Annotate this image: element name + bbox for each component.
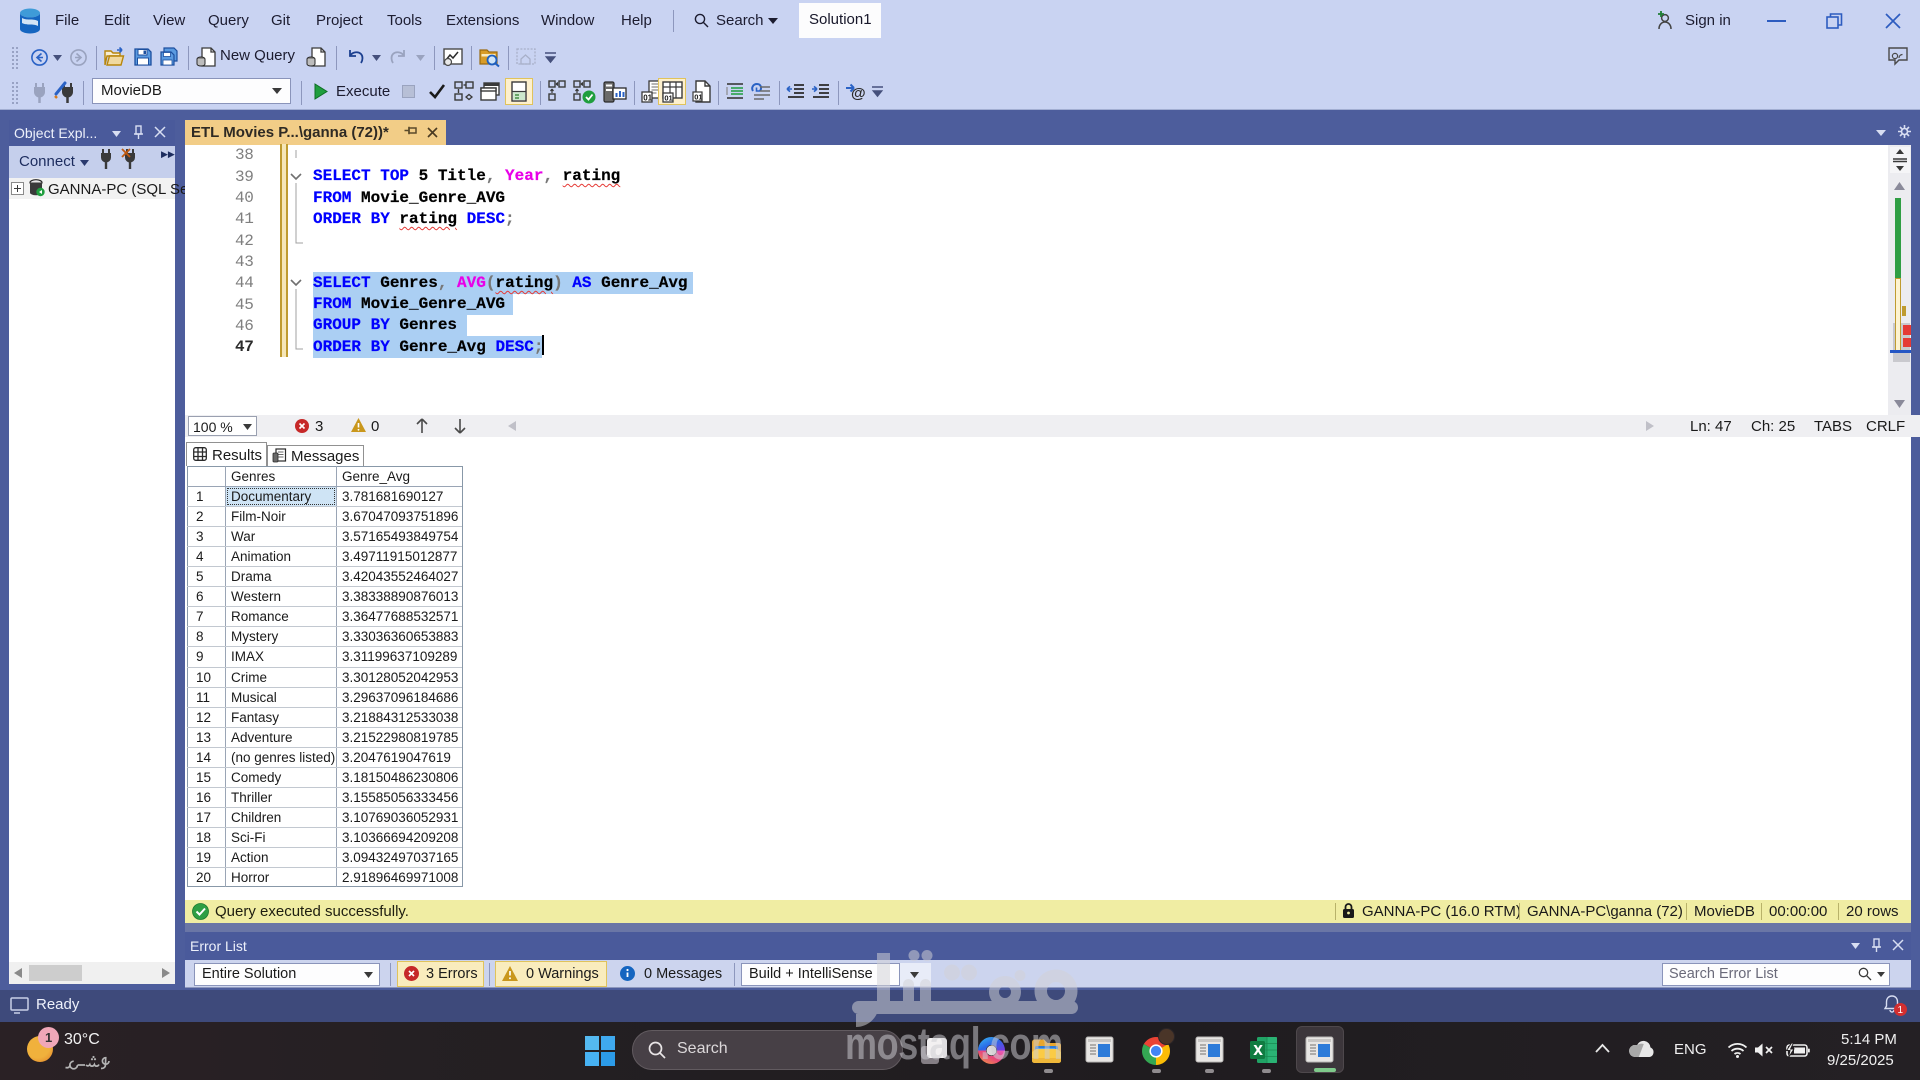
svg-text:01: 01 [664,94,672,103]
svg-text:01: 01 [643,94,652,103]
svg-text:01: 01 [694,93,702,102]
